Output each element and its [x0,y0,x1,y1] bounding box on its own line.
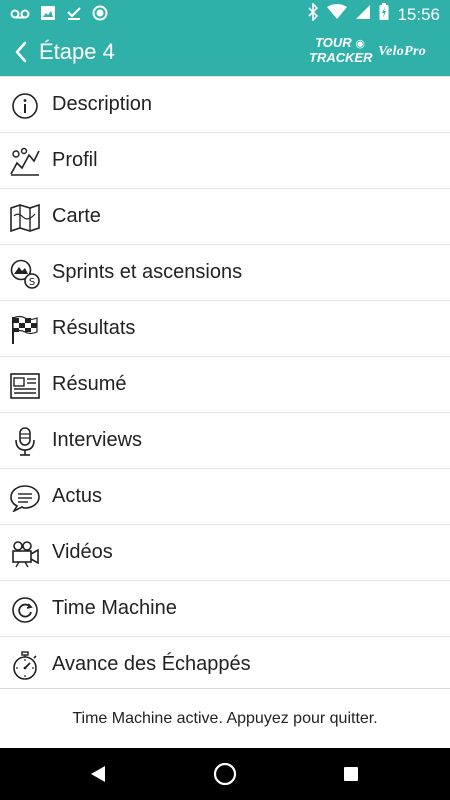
menu-item-label: Profil [52,149,98,171]
map-icon [10,203,40,233]
nav-back-button[interactable] [86,762,110,786]
wifi-icon [327,4,348,25]
info-icon [10,91,40,121]
menu-item-videos[interactable]: Vidéos [0,525,450,581]
menu-item-label: Résumé [52,373,127,395]
bluetooth-icon [307,2,319,26]
menu-item-time-machine[interactable]: Time Machine [0,581,450,637]
menu-item-profil[interactable]: Profil [0,133,450,189]
record-icon [92,5,108,26]
menu-item-label: Time Machine [52,597,177,619]
menu-item-resume[interactable]: Résumé [0,357,450,413]
menu-item-label: Interviews [52,429,143,451]
menu-item-description[interactable]: Description [0,77,450,133]
menu-item-resultats[interactable]: Résultats [0,301,450,357]
page-title: Étape 4 [39,39,115,64]
system-icons: 15:56 [307,2,440,26]
android-nav-bar [0,748,450,800]
sprints-climbs-icon: S [10,259,40,289]
newspaper-icon [10,371,40,401]
menu-item-label: Résultats [52,317,136,339]
signal-icon [355,4,371,25]
clock: 15:56 [397,4,440,24]
checkered-flag-icon [10,315,40,345]
time-machine-banner-text: Time Machine active. Appuyez pour quitte… [72,710,378,727]
menu-item-actus[interactable]: Actus [0,469,450,525]
nav-recents-button[interactable] [339,762,363,786]
battery-charging-icon [379,3,389,26]
refresh-icon [10,595,40,625]
stopwatch-icon [10,651,40,681]
notification-icons [10,5,108,26]
status-bar: 15:56 [0,0,450,28]
menu-item-carte[interactable]: Carte [0,189,450,245]
speech-bubble-icon [10,483,40,513]
chevron-left-icon [15,41,27,63]
triangle-back-icon [91,766,105,782]
menu-item-avance-echappes[interactable]: Avance des Échappés [0,637,450,693]
check-icon [66,5,82,26]
menu-item-label: Sprints et ascensions [52,261,243,283]
menu-item-label: Actus [52,485,103,507]
time-machine-banner[interactable]: Time Machine active. Appuyez pour quitte… [0,688,450,749]
menu-item-interviews[interactable]: Interviews [0,413,450,469]
menu-item-label: Vidéos [52,541,113,563]
nav-home-button[interactable] [213,762,237,786]
video-camera-icon [10,539,40,569]
circle-home-icon [213,762,237,786]
voicemail-icon [10,7,30,25]
square-recents-icon [344,767,358,781]
app-bar: Étape 4 TOUR ◉ TRACKER VeloPro [0,28,450,76]
profile-mountain-icon [10,147,40,177]
menu-item-label: Description [52,93,153,115]
stage-menu: Description Profil Carte S Sprints et as… [0,76,450,693]
menu-item-sprints-ascensions[interactable]: S Sprints et ascensions [0,245,450,301]
back-button[interactable] [9,38,33,66]
menu-item-label: Avance des Échappés [52,653,251,675]
image-icon [40,5,56,26]
tour-tracker-logo: TOUR ◉ TRACKER [309,35,373,65]
svg-text:S: S [29,277,35,288]
velopro-logo: VeloPro [378,44,426,59]
microphone-icon [10,427,40,457]
menu-item-label: Carte [52,205,101,227]
